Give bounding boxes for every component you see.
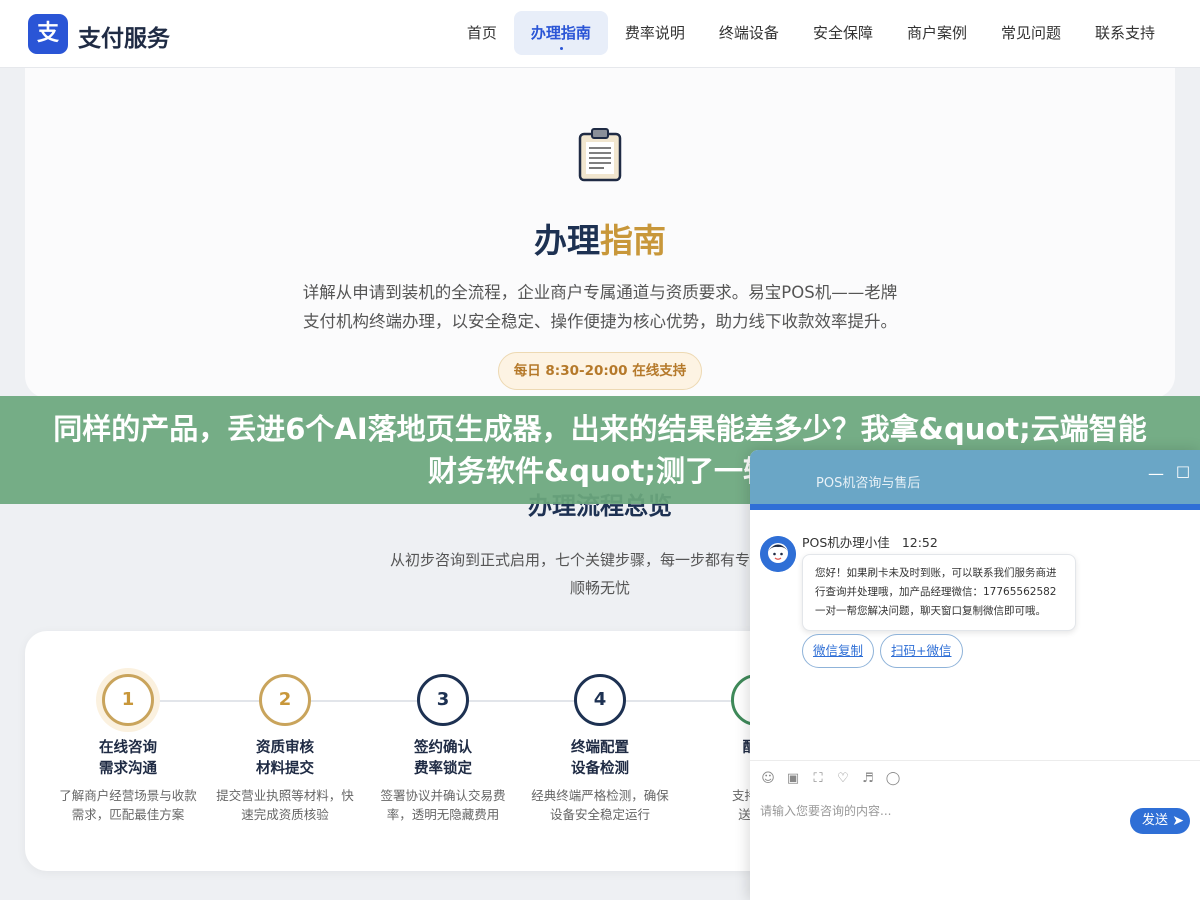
step-description: 了解商户经营场景与收款 需求，匹配最佳方案 bbox=[49, 786, 207, 824]
page-title-main: 办理 bbox=[534, 221, 600, 260]
step-title-line: 材料提交 bbox=[256, 761, 314, 777]
voice-icon[interactable]: ♬ bbox=[860, 771, 876, 787]
step-item: 3 签约确认费率锁定 签署协议并确认交易费 率，透明无隐藏费用 bbox=[364, 674, 522, 824]
brand-name[interactable]: 支付服务 bbox=[78, 19, 170, 53]
step-title-line: 费率锁定 bbox=[414, 761, 472, 777]
main-nav: 首页 办理指南 费率说明 终端设备 安全保障 商户案例 常见问题 联系支持 bbox=[450, 11, 1172, 55]
step-desc-line: 提交营业执照等材料，快 bbox=[216, 788, 354, 803]
chat-widget: POS机咨询与售后 — □ POS机办理小佳 12:52 您好！如果刷卡未及时到账… bbox=[750, 450, 1200, 900]
step-title-line: 需求沟通 bbox=[99, 761, 157, 777]
step-item: 4 终端配置设备检测 经典终端严格检测，确保 设备安全稳定运行 bbox=[521, 674, 679, 824]
hero-description-line: 详解从申请到装机的全流程，企业商户专属通道与资质要求。易宝POS机——老牌 bbox=[302, 283, 898, 302]
step-title-line: 资质审核 bbox=[256, 740, 314, 756]
nav-item-contact[interactable]: 联系支持 bbox=[1078, 11, 1172, 55]
send-label: 发送 bbox=[1142, 813, 1169, 828]
hero-description-line: 支付机构终端办理，以安全稳定、操作便捷为核心优势，助力线下收款效率提升。 bbox=[303, 312, 897, 331]
chat-quick-actions: 微信复制 扫码+微信 bbox=[802, 634, 963, 668]
chat-header[interactable]: POS机咨询与售后 — □ bbox=[750, 450, 1200, 504]
step-desc-line: 经典终端严格检测，确保 bbox=[531, 788, 669, 803]
send-arrow-icon: ➤ bbox=[1172, 813, 1184, 829]
step-title-line: 设备检测 bbox=[571, 761, 629, 777]
step-desc-line: 签署协议并确认交易费 bbox=[380, 788, 506, 803]
site-header: 支 支付服务 首页 办理指南 费率说明 终端设备 安全保障 商户案例 常见问题 … bbox=[0, 0, 1200, 68]
scan-wechat-button[interactable]: 扫码+微信 bbox=[880, 634, 963, 668]
support-hours-badge: 每日 8:30-20:00 在线支持 bbox=[498, 352, 702, 390]
step-title-line: 终端配置 bbox=[571, 740, 629, 756]
chat-message-input[interactable]: 请输入您要咨询的内容... bbox=[760, 802, 1120, 819]
step-description: 提交营业执照等材料，快 速完成资质核验 bbox=[206, 786, 364, 824]
minimize-icon[interactable]: — bbox=[1148, 464, 1164, 483]
wechat-icon[interactable]: ◯ bbox=[885, 771, 901, 787]
nav-item-devices[interactable]: 终端设备 bbox=[702, 11, 796, 55]
image-icon[interactable]: ▣ bbox=[785, 771, 801, 787]
nav-item-security[interactable]: 安全保障 bbox=[796, 11, 890, 55]
nav-item-faq[interactable]: 常见问题 bbox=[984, 11, 1078, 55]
message-time: 12:52 bbox=[901, 535, 938, 550]
step-desc-line: 需求，匹配最佳方案 bbox=[71, 807, 185, 822]
copy-wechat-button[interactable]: 微信复制 bbox=[802, 634, 875, 668]
step-desc-line: 设备安全稳定运行 bbox=[549, 807, 650, 822]
chat-message: 您好！如果刷卡未及时到账，可以联系我们服务商进行查询并处理哦，加产品经理微信：1… bbox=[802, 554, 1076, 631]
nav-item-rates[interactable]: 费率说明 bbox=[608, 11, 702, 55]
chat-header-title: POS机咨询与售后 bbox=[816, 476, 921, 491]
hero-description: 详解从申请到装机的全流程，企业商户专属通道与资质要求。易宝POS机——老牌 支付… bbox=[270, 278, 930, 336]
step-title-line: 签约确认 bbox=[414, 740, 472, 756]
step-title: 签约确认 费率锁定 bbox=[364, 738, 522, 780]
logo-icon[interactable]: 支 bbox=[28, 14, 68, 54]
page-title: 办理指南 bbox=[0, 214, 1200, 262]
step-title-line: 在线咨询 bbox=[99, 740, 157, 756]
page-title-accent: 指南 bbox=[600, 221, 666, 260]
nav-item-guide[interactable]: 办理指南 bbox=[513, 11, 608, 55]
step-description: 签署协议并确认交易费 率，透明无隐藏费用 bbox=[364, 786, 522, 824]
step-number: 4 bbox=[574, 674, 626, 726]
emoji-icon[interactable]: ☺ bbox=[760, 771, 776, 787]
step-item: 2 资质审核材料提交 提交营业执照等材料，快 速完成资质核验 bbox=[206, 674, 364, 824]
chat-header-bar bbox=[750, 504, 1200, 510]
rating-icon[interactable]: ♡ bbox=[835, 771, 851, 787]
send-button[interactable]: 发送 ➤ bbox=[1130, 808, 1190, 834]
screenshot-icon[interactable]: ⛶ bbox=[810, 771, 826, 787]
step-title: 资质审核 材料提交 bbox=[206, 738, 364, 780]
step-desc-line: 速完成资质核验 bbox=[241, 807, 329, 822]
chat-sender: POS机办理小佳 12:52 bbox=[802, 532, 938, 551]
chat-toolbar: ☺ ▣ ⛶ ♡ ♬ ◯ bbox=[750, 760, 1200, 796]
clipboard-icon bbox=[578, 128, 622, 182]
step-desc-line: 率，透明无隐藏费用 bbox=[386, 807, 500, 822]
step-title: 在线咨询 需求沟通 bbox=[49, 738, 207, 780]
step-item: 1 在线咨询需求沟通 了解商户经营场景与收款 需求，匹配最佳方案 bbox=[49, 674, 207, 824]
maximize-icon[interactable]: □ bbox=[1176, 462, 1190, 480]
step-number: 1 bbox=[102, 674, 154, 726]
nav-item-cases[interactable]: 商户案例 bbox=[890, 11, 984, 55]
step-title: 终端配置 设备检测 bbox=[521, 738, 679, 780]
agent-avatar bbox=[760, 536, 796, 572]
step-desc-line: 了解商户经营场景与收款 bbox=[59, 788, 197, 803]
step-number: 2 bbox=[259, 674, 311, 726]
step-number: 3 bbox=[417, 674, 469, 726]
sender-name: POS机办理小佳 bbox=[802, 535, 890, 550]
nav-item-home[interactable]: 首页 bbox=[450, 11, 514, 55]
step-description: 经典终端严格检测，确保 设备安全稳定运行 bbox=[521, 786, 679, 824]
